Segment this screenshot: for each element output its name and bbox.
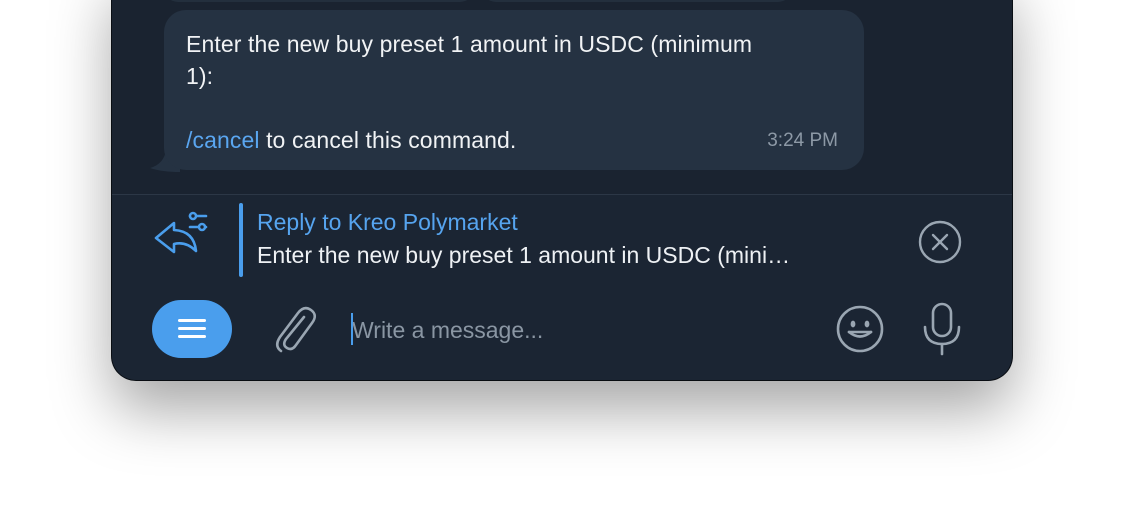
text-caret [351,313,353,345]
chat-window: Enter the new buy preset 1 amount in USD… [112,0,1012,380]
message-text: Enter the new buy preset 1 amount in USD… [186,28,846,156]
reply-title[interactable]: Reply to Kreo Polymarket [257,209,518,236]
menu-icon [178,319,206,322]
message-line: 1): [186,63,214,89]
previous-message-bubble[interactable] [482,0,792,2]
cancel-hint-text: to cancel this command. [259,127,517,153]
paperclip-icon[interactable] [268,303,318,355]
menu-button[interactable] [152,300,232,358]
message-line: Enter the new buy preset 1 amount in USD… [186,31,753,57]
close-circle-icon[interactable] [917,219,963,265]
composer [112,285,1012,380]
message-list[interactable]: Enter the new buy preset 1 amount in USD… [112,0,1012,194]
reply-bar: Reply to Kreo Polymarket Enter the new b… [112,195,1012,285]
message-timestamp: 3:24 PM [767,130,838,151]
microphone-icon[interactable] [920,299,964,359]
menu-icon-line [178,335,206,338]
reply-preview[interactable]: Enter the new buy preset 1 amount in USD… [257,242,877,269]
cancel-command-link[interactable]: /cancel [186,127,260,153]
menu-icon-line [178,327,206,330]
reply-accent-bar [239,203,243,277]
reply-options-icon[interactable] [152,207,212,267]
incoming-message-bubble[interactable]: Enter the new buy preset 1 amount in USD… [164,10,864,170]
message-input[interactable] [350,309,814,351]
previous-message-bubble[interactable] [164,0,474,2]
emoji-icon[interactable] [834,303,886,355]
cancel-hint: /cancel to cancel this command. [186,124,846,156]
